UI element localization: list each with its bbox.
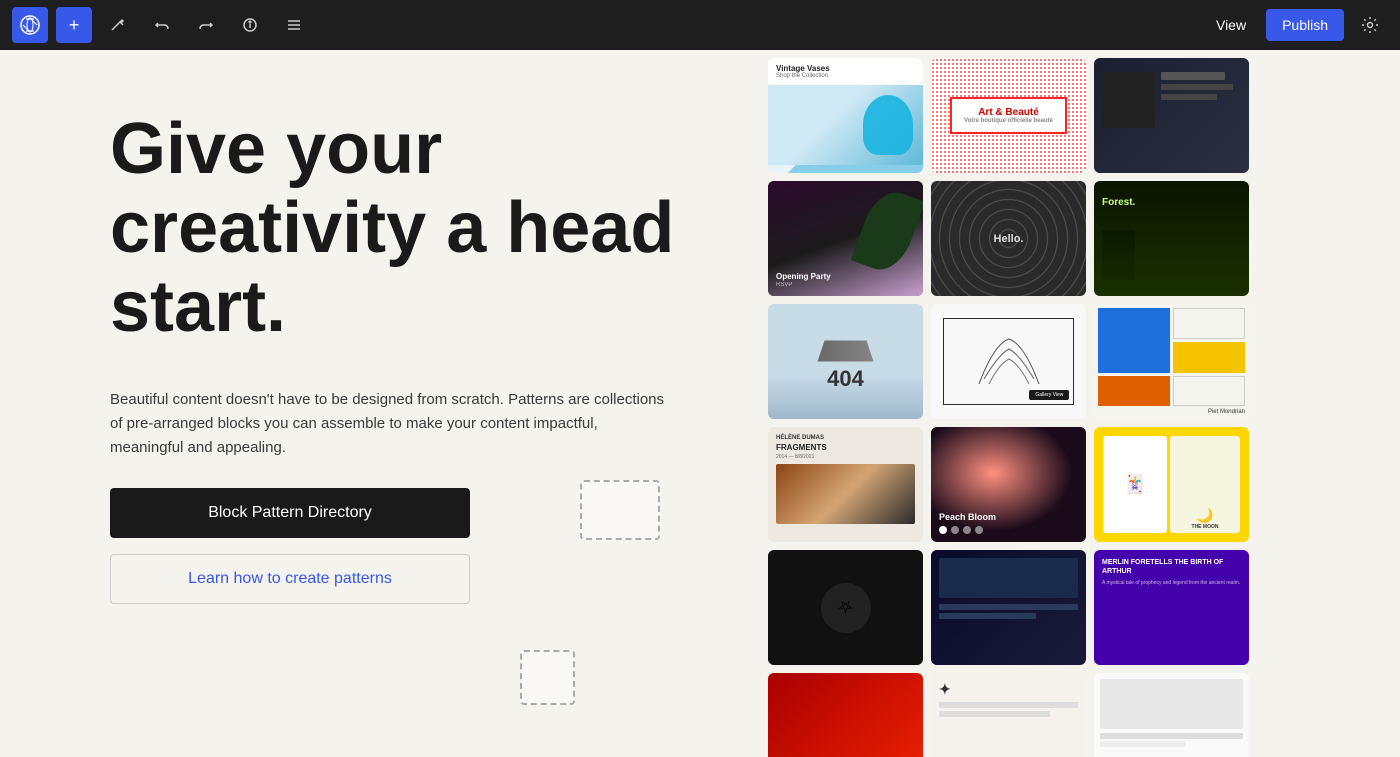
tarot-left-card: 🃏 (1103, 436, 1167, 533)
pattern-vintage-vases[interactable]: Vintage Vases Shop the Collection (768, 58, 923, 173)
learn-patterns-button[interactable]: Learn how to create patterns (110, 554, 470, 604)
pattern-forest[interactable]: Forest. (1094, 181, 1249, 296)
fragments-inner: HÉLÈNE DUMAS FRAGMENTS 2014 — 8/8/2021 (768, 427, 923, 542)
tarot-inner: 🃏 🌙 THE MOON (1098, 431, 1245, 538)
dark-icon: ⛧ (821, 583, 871, 633)
pattern-art-inner: Art & Beauté Votre boutique officielle b… (931, 58, 1086, 173)
pattern-mondrian[interactable]: Piet Mondrian (1094, 304, 1249, 419)
dark-bottom-inner: ⛧ (768, 550, 923, 665)
hero-panel: Give your creativity a head start. Beaut… (0, 50, 760, 757)
white-inner (1094, 673, 1249, 757)
topbar: + View Publish (0, 0, 1400, 50)
pattern-peach-bloom[interactable]: Peach Bloom (931, 427, 1086, 542)
settings-button[interactable] (1352, 7, 1388, 43)
hero-description: Beautiful content doesn't have to be des… (110, 388, 670, 460)
num-404-text: 404 (827, 366, 864, 392)
spiral-inner: Hello. (931, 181, 1086, 296)
gallery-button[interactable]: Gallery View (1029, 390, 1069, 400)
pattern-blue-dark[interactable] (931, 550, 1086, 665)
placeholder-box-2 (520, 650, 575, 705)
forest-inner: Forest. (1094, 181, 1249, 296)
peach-inner: Peach Bloom (931, 427, 1086, 542)
pattern-merlin[interactable]: MERLIN FORETELLS THE BIRTH OF ARTHUR A m… (1094, 550, 1249, 665)
pattern-hello-spiral[interactable]: Hello. (931, 181, 1086, 296)
pattern-abstract-drawing[interactable]: Gallery View (931, 304, 1086, 419)
pattern-dark-inner (1094, 58, 1249, 173)
vase-label: Vintage Vases (776, 64, 915, 73)
block-pattern-directory-button[interactable]: Block Pattern Directory (110, 488, 470, 538)
red-inner (768, 673, 923, 757)
opening-inner: Opening Party RSVP (768, 181, 923, 296)
main-content: Give your creativity a head start. Beaut… (0, 50, 1400, 757)
info-button[interactable] (232, 7, 268, 43)
pattern-fragments[interactable]: HÉLÈNE DUMAS FRAGMENTS 2014 — 8/8/2021 (768, 427, 923, 542)
merlin-inner: MERLIN FORETELLS THE BIRTH OF ARTHUR A m… (1094, 550, 1249, 665)
leaf-decoration (851, 185, 923, 277)
boat-inner: 404 (768, 304, 923, 419)
wordpress-logo[interactable] (12, 7, 48, 43)
undo-button[interactable] (144, 7, 180, 43)
forest-label: Forest. (1102, 197, 1135, 208)
mondrian-label: Piet Mondrian (1098, 409, 1245, 415)
pattern-vases-inner: Vintage Vases Shop the Collection (768, 58, 923, 173)
pattern-white[interactable] (1094, 673, 1249, 757)
pattern-red[interactable] (768, 673, 923, 757)
redo-button[interactable] (188, 7, 224, 43)
add-block-button[interactable]: + (56, 7, 92, 43)
merlin-title: MERLIN FORETELLS THE BIRTH OF ARTHUR (1102, 558, 1241, 576)
opening-text: Opening Party RSVP (768, 264, 839, 296)
peach-text: Peach Bloom (939, 512, 996, 534)
pattern-art-beaute[interactable]: Art & Beauté Votre boutique officielle b… (931, 58, 1086, 173)
pattern-opening-party[interactable]: Opening Party RSVP (768, 181, 923, 296)
publish-button[interactable]: Publish (1266, 9, 1344, 41)
hero-title: Give your creativity a head start. (110, 110, 680, 348)
vase-sublabel: Shop the Collection (776, 73, 915, 79)
mountain-decoration (776, 464, 915, 524)
pattern-404[interactable]: 404 (768, 304, 923, 419)
pattern-tarot[interactable]: 🃏 🌙 THE MOON (1094, 427, 1249, 542)
pattern-light[interactable]: ✦ (931, 673, 1086, 757)
light-inner: ✦ (931, 673, 1086, 757)
list-view-button[interactable] (276, 7, 312, 43)
view-button[interactable]: View (1204, 11, 1258, 39)
art-box: Art & Beauté Votre boutique officielle b… (950, 97, 1067, 134)
tarot-moon-card: 🌙 THE MOON (1170, 436, 1240, 533)
merlin-body: A mystical tale of prophecy and legend f… (1102, 580, 1241, 586)
pattern-dark-top[interactable] (1094, 58, 1249, 173)
pattern-grid: Vintage Vases Shop the Collection Art & … (760, 50, 1400, 757)
tools-button[interactable] (100, 7, 136, 43)
hello-text: Hello. (994, 233, 1024, 245)
mondrian-inner: Piet Mondrian (1094, 304, 1249, 419)
blue-dark-inner (931, 550, 1086, 665)
abstract-inner: Gallery View (931, 304, 1086, 419)
placeholder-box-1 (580, 480, 660, 540)
pattern-dark-bottom[interactable]: ⛧ (768, 550, 923, 665)
